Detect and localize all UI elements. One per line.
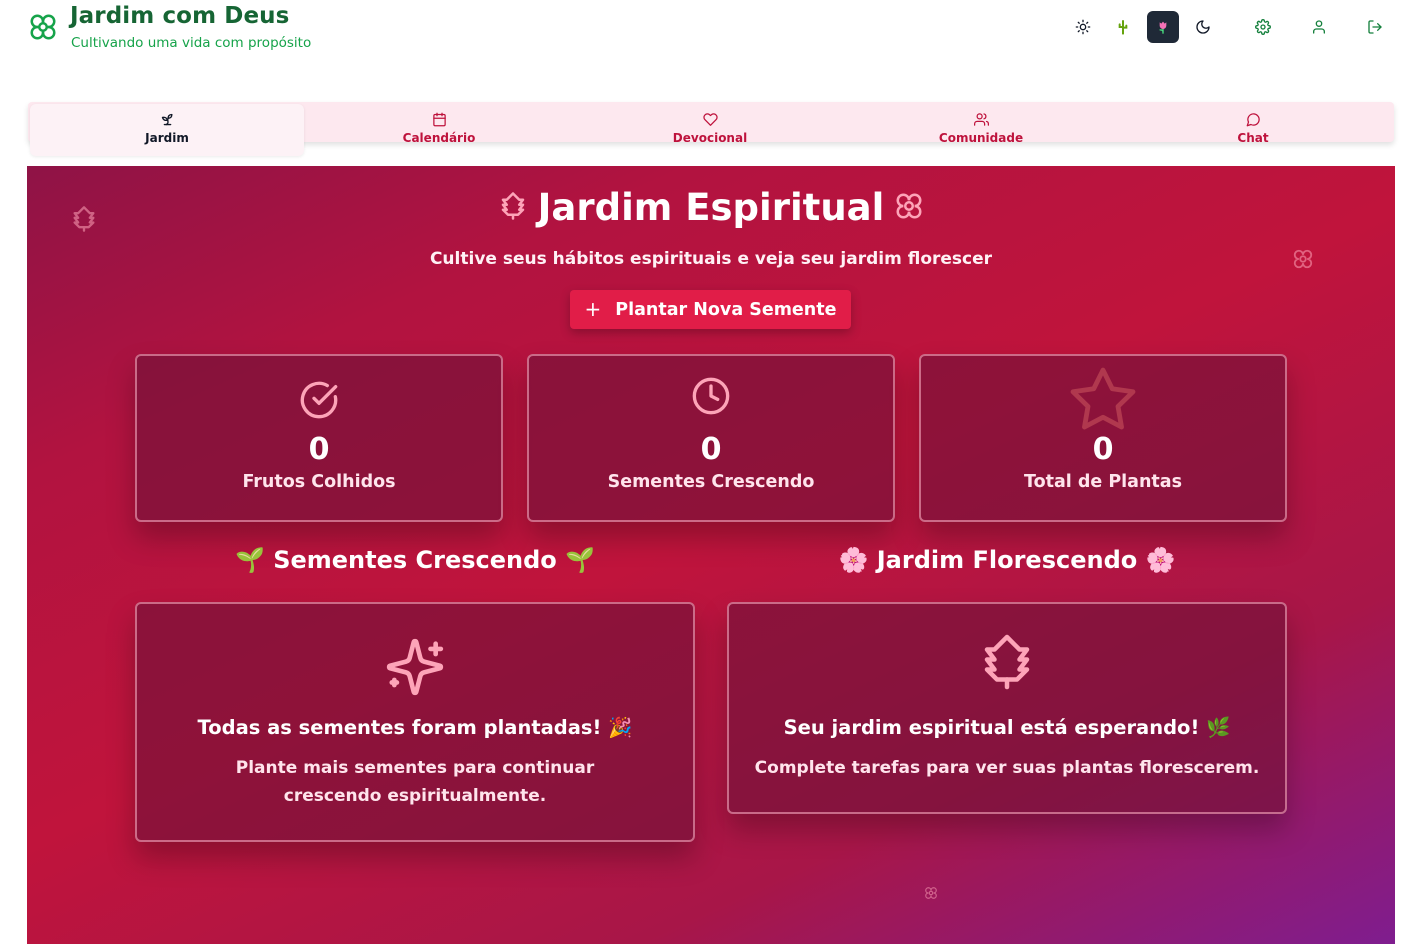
stat-value: 0 [1092,432,1114,467]
moon-icon [1196,20,1210,34]
plant-seed-button[interactable]: + Plantar Nova Semente [570,290,851,329]
settings-button[interactable] [1247,11,1279,43]
tab-devocional[interactable]: Devocional [574,112,846,152]
stat-label: Total de Plantas [1023,472,1183,492]
growing-empty-state: Todas as sementes foram plantadas! 🎉 Pla… [135,602,695,842]
tulip-icon [1159,21,1167,34]
section-title-growing: 🌱 Sementes Crescendo 🌱 [234,546,596,574]
tab-label: Jardim [145,131,189,145]
sun-icon [1075,19,1091,35]
theme-light-button[interactable] [1067,11,1099,43]
page-title: Jardim Espiritual [27,186,1395,229]
blooming-empty-state: Seu jardim espiritual está esperando! 🌿 … [727,602,1287,814]
calendar-icon [432,112,446,127]
empty-title: Seu jardim espiritual está esperando! 🌿 [783,716,1231,739]
plus-icon: + [584,296,602,321]
stat-value: 0 [700,432,722,467]
theme-dark-button[interactable] [1187,11,1219,43]
gear-icon [1255,19,1271,35]
stat-card-total: 0 Total de Plantas [919,354,1287,522]
heart-icon [702,113,718,126]
flower-icon [896,193,922,218]
logout-icon [1368,20,1382,34]
logout-button[interactable] [1359,11,1391,43]
theme-tulip-button[interactable] [1147,11,1179,43]
clock-icon [692,377,730,415]
tab-label: Comunidade [938,131,1024,145]
tab-label: Devocional [672,131,748,145]
app-title: Jardim com Deus [70,3,290,29]
check-circle-icon [300,381,338,419]
garden-panel: Jardim Espiritual Cultive seus hábitos e… [27,166,1395,944]
stat-card-fruits: 0 Frutos Colhidos [135,354,503,522]
empty-title: Todas as sementes foram plantadas! 🎉 [197,716,633,739]
star-icon [1070,367,1136,430]
cactus-icon [1118,20,1128,35]
plant-seed-label: Plantar Nova Semente [615,299,837,320]
stat-label: Sementes Crescendo [607,472,815,492]
tree-icon [984,634,1030,690]
chat-bubble-icon [1246,113,1260,127]
user-icon [1313,20,1325,34]
tab-jardim[interactable]: Jardim [31,112,303,152]
stat-card-growing: 0 Sementes Crescendo [527,354,895,522]
tree-icon [501,191,524,220]
flower-decoration-icon [925,887,937,899]
tab-comunidade[interactable]: Comunidade [845,112,1117,152]
sprout-icon [161,113,173,126]
tab-chat[interactable]: Chat [1117,112,1389,152]
sparkles-icon [386,638,444,696]
profile-button[interactable] [1303,11,1335,43]
tab-label: Chat [1237,131,1269,145]
page-subtitle: Cultive seus hábitos espirituais e veja … [429,249,993,269]
app-subtitle: Cultivando uma vida com propósito [71,35,312,51]
theme-cactus-button[interactable] [1107,11,1139,43]
stat-value: 0 [308,432,330,467]
app-header: Jardim com Deus Cultivando uma vida com … [0,0,1402,70]
flower-logo-icon [30,14,56,40]
stat-label: Frutos Colhidos [242,472,396,492]
empty-text: Complete tarefas para ver suas plantas f… [754,758,1260,778]
empty-text: Plante mais sementes para continuar cres… [235,758,595,806]
section-title-blooming: 🌸 Jardim Florescendo 🌸 [838,546,1176,574]
tab-label: Calendário [402,131,476,145]
users-icon [973,113,989,126]
tab-calendario[interactable]: Calendário [303,112,575,152]
page-title-text: Jardim Espiritual [537,186,885,229]
